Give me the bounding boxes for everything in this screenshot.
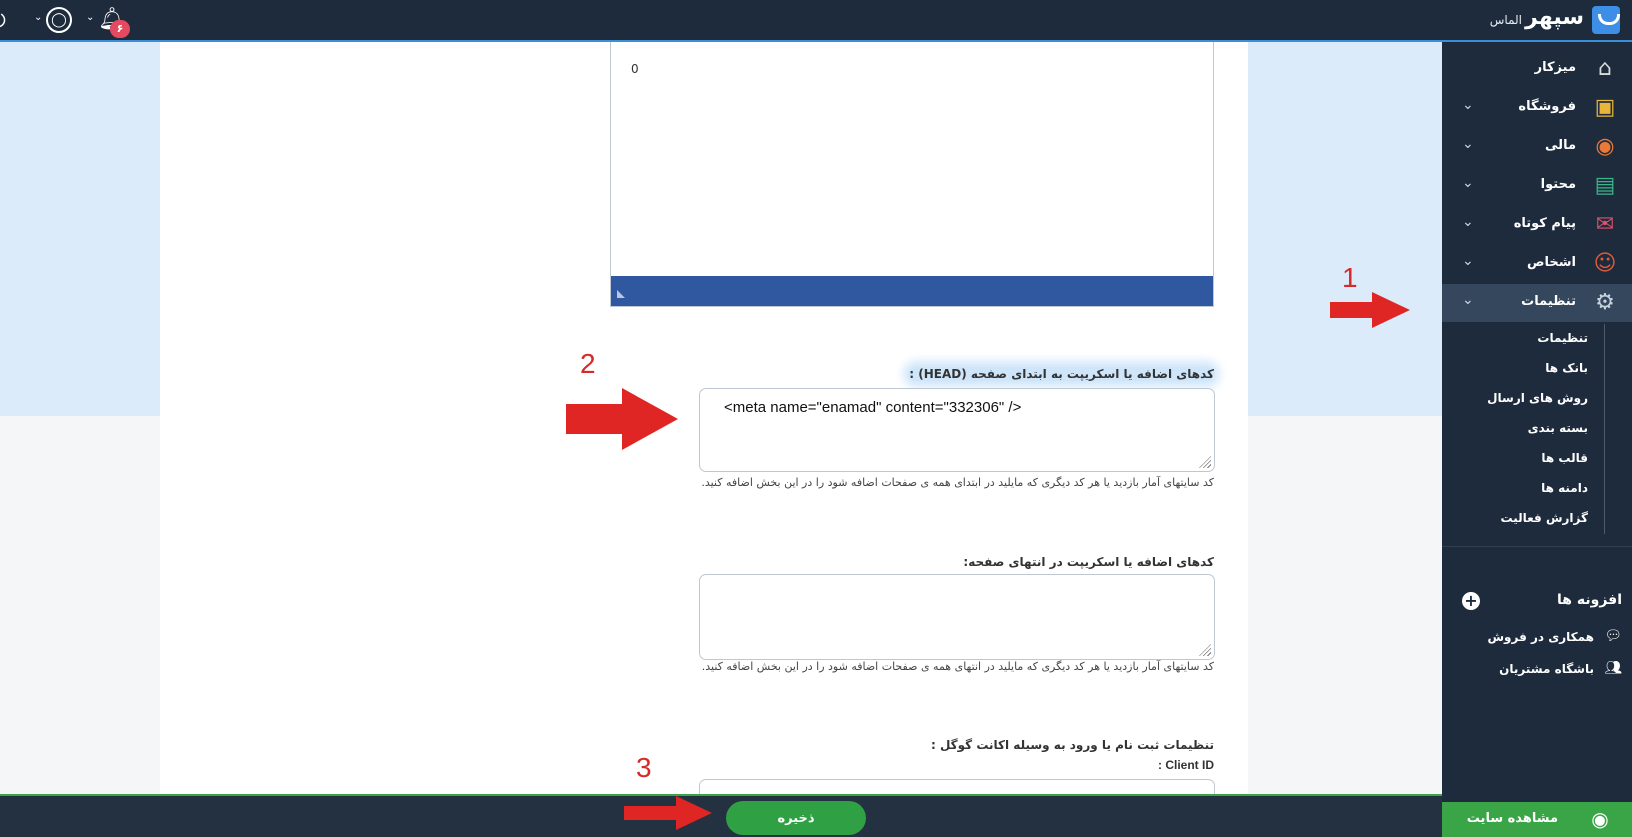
eye-icon: ◉ — [1591, 807, 1609, 831]
editor-status-bar — [611, 276, 1213, 306]
bottom-action-bar: ذخیره — [0, 794, 1442, 837]
sidebar-item-label: اشخاص — [1527, 255, 1576, 270]
head-code-value: <meta name="enamad" content="332306" /> — [724, 399, 1022, 416]
brand-logo-icon[interactable] — [1592, 6, 1620, 34]
top-bar: سپهر الماس ⏻ ⌄ ◯ ⌄ 🔔︎ ۶ — [0, 0, 1632, 42]
submenu-guide-line — [1604, 324, 1605, 534]
sidebar-item-settings[interactable]: ⚙ تنظیمات ⌄ — [1442, 284, 1632, 322]
addon-affiliate[interactable]: همکاری در فروش — [1487, 630, 1594, 644]
comments-icon: 💬︎ — [1604, 628, 1622, 644]
annotation-arrow-1 — [1330, 302, 1376, 318]
submenu-item-domains[interactable]: دامنه ها — [1541, 481, 1588, 495]
addons-title: افزونه ها — [1557, 592, 1622, 608]
power-icon[interactable]: ⏻ — [0, 8, 6, 32]
annotation-number-1: 1 — [1342, 262, 1358, 293]
annotation-arrow-2 — [566, 404, 626, 434]
annotation-number-2: 2 — [580, 348, 596, 379]
notification-badge: ۶ — [110, 20, 130, 38]
sidebar-item-label: فروشگاه — [1518, 99, 1576, 114]
head-code-textarea[interactable]: <meta name="enamad" content="332306" /> — [699, 388, 1215, 472]
chevron-down-icon: ⌄ — [1462, 97, 1474, 113]
annotation-arrow-head-3 — [676, 796, 712, 830]
coin-icon: ◉ — [1595, 134, 1615, 159]
sidebar-item-label: مالی — [1545, 138, 1576, 153]
google-login-title: تنظیمات ثبت نام یا ورود به وسیله اکانت گ… — [930, 738, 1214, 752]
shop-bag-icon: ▣ — [1594, 95, 1616, 120]
user-avatar-icon[interactable]: ◯ — [46, 7, 72, 33]
footer-code-help: کد سایتهای آمار بازدید یا هر کد دیگری که… — [701, 660, 1214, 673]
sidebar: ⌂ میزکار ▣ فروشگاه ⌄ ◉ مالی ⌄ ▤ محتوا ⌄ … — [1442, 42, 1632, 802]
person-icon: ☺ — [1593, 251, 1617, 276]
view-site-label: مشاهده سایت — [1466, 811, 1558, 826]
chevron-down-icon: ⌄ — [1462, 136, 1474, 152]
view-site-button[interactable]: ◉ مشاهده سایت — [1442, 802, 1632, 837]
sidebar-item-content[interactable]: ▤ محتوا ⌄ — [1442, 167, 1632, 205]
resize-handle-icon[interactable] — [1199, 456, 1211, 468]
submenu-item-settings[interactable]: تنظیمات — [1537, 331, 1588, 345]
sidebar-item-label: پیام کوتاه — [1513, 216, 1576, 231]
gear-icon: ⚙ — [1595, 290, 1615, 315]
rich-text-editor[interactable]: 0 — [610, 42, 1214, 307]
resize-grip-icon[interactable] — [617, 290, 625, 298]
chevron-down-icon: ⌄ — [1462, 214, 1474, 230]
chevron-down-icon[interactable]: ⌄ — [86, 12, 94, 23]
sidebar-item-sms[interactable]: ✉ پیام کوتاه ⌄ — [1442, 206, 1632, 244]
save-button[interactable]: ذخیره — [726, 801, 866, 835]
addon-customer-club[interactable]: باشگاه مشتریان — [1499, 662, 1594, 676]
users-icon: 👥︎ — [1604, 660, 1622, 676]
submenu-item-banks[interactable]: بانک ها — [1545, 361, 1588, 375]
submenu-item-shipping[interactable]: روش های ارسال — [1487, 391, 1588, 405]
resize-handle-icon[interactable] — [1199, 644, 1211, 656]
sidebar-item-people[interactable]: ☺ اشخاص ⌄ — [1442, 245, 1632, 283]
footer-code-label: کدهای اضافه یا اسکریپت در انتهای صفحه: — [963, 555, 1214, 569]
chevron-down-icon: ⌄ — [1462, 253, 1474, 269]
chevron-down-icon: ⌄ — [1462, 292, 1474, 308]
annotation-arrow-head-1 — [1372, 292, 1410, 328]
sidebar-item-dashboard[interactable]: ⌂ میزکار — [1442, 50, 1632, 88]
head-code-label: کدهای اضافه یا اسکریپت به ابتدای صفحه (H… — [909, 367, 1214, 381]
editor-value: 0 — [631, 62, 639, 76]
annotation-arrow-head-2 — [622, 388, 678, 450]
brand-name: سپهر — [1525, 5, 1584, 30]
submenu-item-packaging[interactable]: بسته بندی — [1528, 421, 1588, 435]
plus-icon[interactable]: + — [1462, 592, 1480, 610]
sidebar-item-label: تنظیمات — [1521, 294, 1576, 309]
sidebar-item-finance[interactable]: ◉ مالی ⌄ — [1442, 128, 1632, 166]
plan-name: الماس — [1489, 13, 1522, 27]
footer-code-textarea[interactable] — [699, 574, 1215, 660]
sidebar-divider — [1442, 546, 1632, 547]
sidebar-item-label: میزکار — [1534, 60, 1576, 75]
sidebar-item-label: محتوا — [1540, 177, 1576, 192]
submenu-item-templates[interactable]: قالب ها — [1541, 451, 1588, 465]
chevron-down-icon[interactable]: ⌄ — [34, 12, 42, 23]
annotation-number-3: 3 — [636, 752, 652, 783]
chevron-down-icon: ⌄ — [1462, 175, 1474, 191]
sidebar-item-shop[interactable]: ▣ فروشگاه ⌄ — [1442, 89, 1632, 127]
client-id-label: Client ID : — [1157, 758, 1214, 772]
home-icon: ⌂ — [1598, 56, 1612, 81]
document-icon: ▤ — [1594, 173, 1616, 198]
head-code-help: کد سایتهای آمار بازدید یا هر کد دیگری که… — [701, 476, 1214, 489]
chat-icon: ✉ — [1595, 212, 1615, 237]
submenu-item-activity-log[interactable]: گزارش فعالیت — [1501, 511, 1588, 525]
annotation-arrow-3 — [624, 806, 680, 820]
